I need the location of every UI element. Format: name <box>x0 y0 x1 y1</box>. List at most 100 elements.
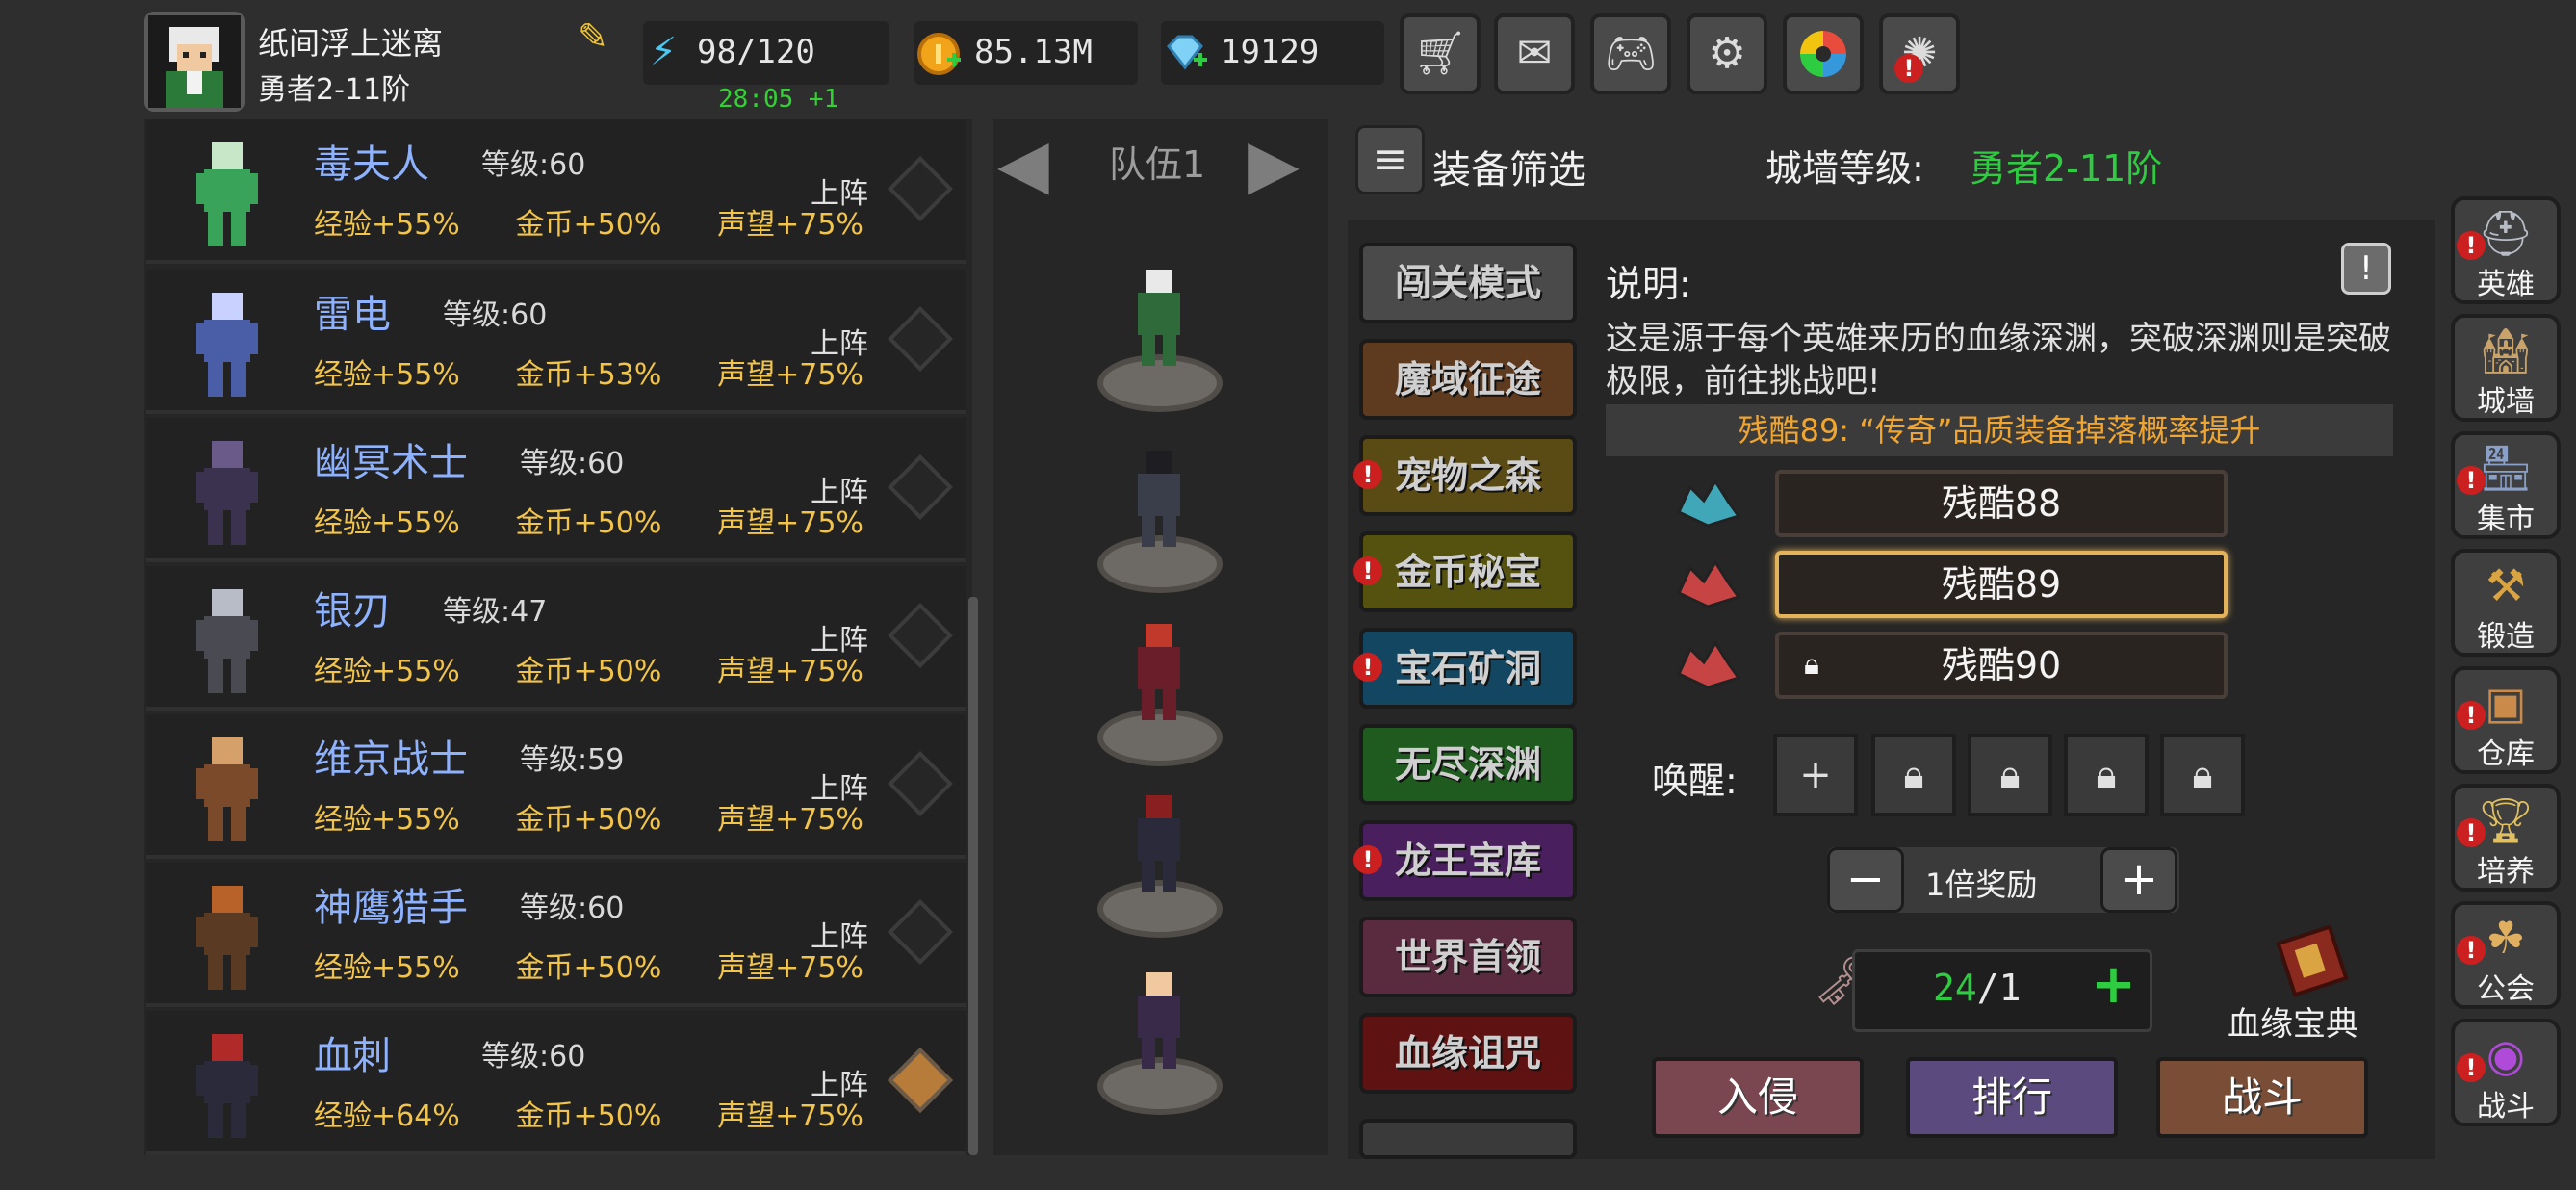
hero-portrait-icon <box>196 293 258 397</box>
mode-button[interactable]: 血缘诅咒 <box>1359 1013 1577 1094</box>
mode-alert-icon: ! <box>1353 460 1382 489</box>
deploy-label: 上阵 <box>811 920 868 954</box>
team-hero-sprite[interactable] <box>1111 616 1207 732</box>
fireworks-button[interactable]: ✺ <box>1879 13 1960 94</box>
key-max: /1 <box>1976 967 2022 1009</box>
hero-portrait-icon <box>196 737 258 841</box>
awaken-slot-locked[interactable]: 🔒︎ <box>2160 734 2245 816</box>
team-title: 队伍1 <box>1109 143 1206 186</box>
hero-gold-bonus: 金币+50% <box>515 803 662 837</box>
deploy-toggle[interactable] <box>888 454 953 520</box>
mode-button[interactable]: 魔域征途 <box>1359 339 1577 420</box>
hero-exp-bonus: 经验+64% <box>314 1099 460 1133</box>
team-hero-sprite[interactable] <box>1111 788 1207 903</box>
hero-row[interactable]: 神鹰猎手 等级:60 经验+55% 金币+50% 声望+75% 上阵 <box>146 863 966 1007</box>
gamepad-button[interactable]: 🎮︎ <box>1590 13 1671 94</box>
crystal-icon <box>1671 555 1744 612</box>
player-rank: 勇者2-11阶 <box>258 73 411 107</box>
hero-row[interactable]: 毒夫人 等级:60 经验+55% 金币+50% 声望+75% 上阵 <box>146 119 966 264</box>
hero-name: 银刃 <box>314 589 391 634</box>
awaken-slot-locked[interactable]: 🔒︎ <box>1968 734 2052 816</box>
difficulty-button[interactable]: 残酷89 <box>1775 551 2228 618</box>
awaken-add-slot[interactable]: + <box>1773 734 1858 816</box>
hero-exp-bonus: 经验+55% <box>314 803 460 837</box>
mode-alert-icon: ! <box>1353 653 1382 682</box>
hero-gold-bonus: 金币+50% <box>515 506 662 540</box>
deploy-toggle[interactable] <box>888 751 953 816</box>
bonus-banner: 残酷89: “传奇”品质装备掉落概率提升 <box>1606 404 2393 456</box>
mode-button[interactable]: 宝石矿洞 <box>1359 628 1577 709</box>
multiplier-minus-button[interactable]: − <box>1827 847 1904 913</box>
nav-alert-icon: ! <box>2457 818 2486 847</box>
mode-button[interactable]: 金币秘宝 <box>1359 531 1577 612</box>
team-prev-arrow-icon[interactable]: ◀ <box>997 125 1074 202</box>
hero-name: 维京战士 <box>314 737 468 782</box>
deploy-label: 上阵 <box>811 327 868 361</box>
mode-button[interactable]: 世界首领 <box>1359 917 1577 997</box>
mail-button[interactable]: ✉ <box>1494 13 1575 94</box>
deploy-toggle[interactable] <box>888 1048 953 1113</box>
awaken-slot-locked[interactable]: 🔒︎ <box>2064 734 2149 816</box>
lock-icon: 🔒︎ <box>1999 753 2021 797</box>
filter-label[interactable]: 装备筛选 <box>1432 139 1586 194</box>
nav-button[interactable]: ⚒ 锻造 <box>2451 549 2561 657</box>
hero-row[interactable]: 幽冥术士 等级:60 经验+55% 金币+50% 声望+75% 上阵 <box>146 418 966 562</box>
hero-row[interactable]: 雷电 等级:60 经验+55% 金币+53% 声望+75% 上阵 <box>146 270 966 414</box>
gem-icon <box>1159 23 1211 81</box>
help-icon[interactable]: ! <box>2341 243 2391 295</box>
team-next-arrow-icon[interactable]: ▶ <box>1248 125 1325 202</box>
deploy-label: 上阵 <box>811 1069 868 1102</box>
hero-row[interactable]: 银刃 等级:47 经验+55% 金币+50% 声望+75% 上阵 <box>146 566 966 711</box>
settings-button[interactable]: ⚙ <box>1687 13 1767 94</box>
multiplier-plus-button[interactable]: + <box>2100 847 2177 913</box>
deploy-toggle[interactable] <box>888 899 953 965</box>
difficulty-button[interactable]: 残酷88 <box>1775 470 2228 537</box>
mode-button-partial[interactable] <box>1359 1119 1577 1159</box>
avatar-portrait-icon <box>148 15 241 108</box>
mode-button[interactable]: 龙王宝库 <box>1359 820 1577 901</box>
player-avatar[interactable] <box>144 12 245 112</box>
hero-row[interactable]: 维京战士 等级:59 经验+55% 金币+50% 声望+75% 上阵 <box>146 714 966 859</box>
nav-label: 锻造 <box>2477 620 2535 654</box>
plus-icon: + <box>1799 753 1832 797</box>
team-hero-sprite[interactable] <box>1111 262 1207 377</box>
action-button[interactable]: 战斗 <box>2156 1057 2368 1138</box>
difficulty-button[interactable]: 🔒︎ 残酷90 <box>1775 632 2228 699</box>
nav-alert-icon: ! <box>2457 231 2486 260</box>
nav-label: 集市 <box>2477 503 2535 536</box>
difficulty-label: 残酷88 <box>1941 482 2062 525</box>
filter-menu-icon[interactable]: ≡ <box>1355 125 1425 194</box>
shop-button[interactable]: 🛒︎ <box>1400 13 1481 94</box>
edit-name-icon[interactable]: ✎ <box>578 17 616 56</box>
aperture-button[interactable] <box>1783 13 1864 94</box>
action-button[interactable]: 排行 <box>1906 1057 2118 1138</box>
gems-value: 19129 <box>1221 33 1320 71</box>
mail-icon: ✉ <box>1516 29 1553 78</box>
codex-label[interactable]: 血缘宝典 <box>2228 997 2358 1045</box>
mode-alert-icon: ! <box>1353 556 1382 585</box>
nav-button[interactable]: 🏰︎ 城墙 <box>2451 314 2561 422</box>
nav-label: 城墙 <box>2477 385 2535 419</box>
team-hero-sprite[interactable] <box>1111 965 1207 1080</box>
team-hero-sprite[interactable] <box>1111 443 1207 558</box>
deploy-toggle[interactable] <box>888 156 953 221</box>
anvil-icon: ⚒ <box>2486 559 2526 611</box>
mode-button[interactable]: 闯关模式 <box>1359 243 1577 323</box>
hero-exp-bonus: 经验+55% <box>314 506 460 540</box>
mode-button[interactable]: 宠物之森 <box>1359 435 1577 516</box>
deploy-toggle[interactable] <box>888 306 953 372</box>
hero-level: 等级:59 <box>520 743 625 777</box>
deploy-label: 上阵 <box>811 177 868 211</box>
hero-gold-bonus: 金币+53% <box>515 358 662 392</box>
hero-list-scrollbar[interactable] <box>968 597 978 1155</box>
add-key-button[interactable]: + <box>2091 953 2136 1016</box>
nav-label: 培养 <box>2477 855 2535 889</box>
awaken-slot-locked[interactable]: 🔒︎ <box>1871 734 1956 816</box>
hero-row[interactable]: 血刺 等级:60 经验+64% 金币+50% 声望+75% 上阵 <box>146 1011 966 1155</box>
deploy-toggle[interactable] <box>888 603 953 668</box>
mode-alert-icon: ! <box>1353 845 1382 874</box>
lock-icon: 🔒︎ <box>1804 648 1819 682</box>
bloodline-codex-icon[interactable] <box>2253 924 2368 997</box>
action-button[interactable]: 入侵 <box>1652 1057 1864 1138</box>
mode-button[interactable]: 无尽深渊 <box>1359 724 1577 805</box>
